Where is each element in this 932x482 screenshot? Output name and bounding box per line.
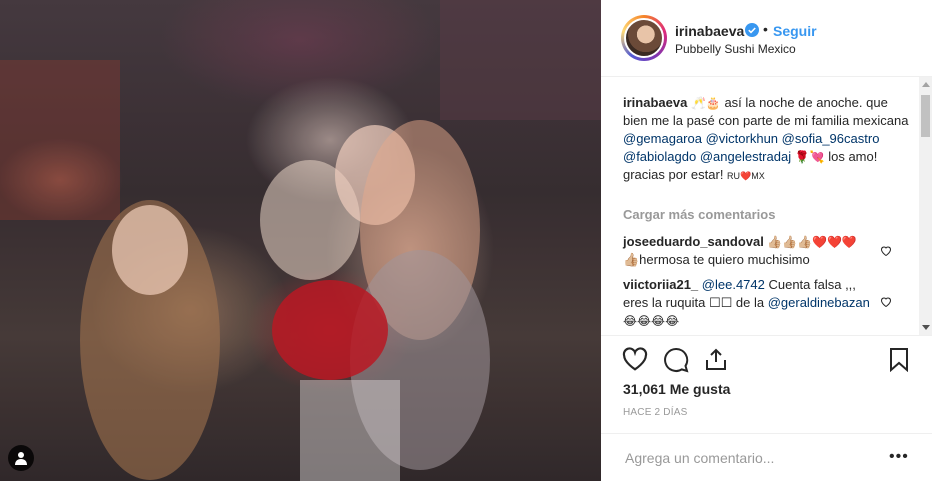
comment-text: 👍🏼👍🏼👍🏼❤️❤️❤️	[763, 235, 857, 249]
comment-text: 👍🏼hermosa te quiero muchisimo	[623, 252, 810, 267]
mention-link[interactable]: @fabiolagdo	[623, 149, 696, 164]
mention-link[interactable]: @angelestradaj	[700, 149, 791, 164]
caption-emoji: RU❤️MX	[727, 171, 765, 181]
photo-scene	[0, 0, 601, 481]
post-header: irinabaeva • Seguir Pubbelly Sushi Mexic…	[601, 0, 932, 77]
caption-emoji: 🌹💘	[794, 150, 825, 164]
caption-username[interactable]: irinabaeva	[623, 95, 687, 110]
scroll-up-arrow-icon[interactable]	[922, 82, 930, 87]
mention-link[interactable]: @sofia_96castro	[782, 131, 880, 146]
like-heart-icon[interactable]	[622, 347, 648, 376]
post-username[interactable]: irinabaeva	[675, 23, 744, 39]
location-link[interactable]: Pubbelly Sushi Mexico	[675, 42, 796, 56]
post-actions: 31,061 Me gusta HACE 2 DÍAS •••	[601, 335, 932, 481]
comment-input[interactable]	[623, 449, 887, 467]
comment-item: viictoriia21_ @lee.4742 Cuenta falsa ,,,…	[623, 276, 878, 330]
heart-outline-icon[interactable]	[880, 243, 892, 261]
scroll-down-arrow-icon[interactable]	[922, 325, 930, 330]
likes-count[interactable]: 31,061 Me gusta	[623, 381, 730, 397]
post-photo[interactable]	[0, 0, 601, 481]
mention-link[interactable]: @gemagaroa	[623, 131, 702, 146]
user-tag-icon[interactable]	[8, 445, 34, 471]
post-side-panel: irinabaeva • Seguir Pubbelly Sushi Mexic…	[601, 0, 932, 481]
load-more-comments-button[interactable]: Cargar más comentarios	[623, 207, 775, 222]
comment-text: 😂😂😂😂	[623, 314, 680, 328]
share-icon[interactable]	[704, 347, 728, 376]
separator-dot: •	[763, 21, 768, 37]
heart-outline-icon[interactable]	[880, 294, 892, 312]
verified-badge-icon	[745, 23, 759, 42]
mention-link[interactable]: @victorkhun	[706, 131, 778, 146]
caption-emoji: 🥂🎂	[690, 96, 721, 110]
add-comment-bar: •••	[601, 433, 932, 482]
comment-item: joseeduardo_sandoval 👍🏼👍🏼👍🏼❤️❤️❤️ 👍🏼herm…	[623, 233, 883, 269]
comment-bubble-icon[interactable]	[663, 347, 689, 378]
bookmark-icon[interactable]	[889, 347, 909, 377]
more-options-icon[interactable]: •••	[889, 448, 909, 466]
mention-link[interactable]: @lee.4742	[702, 277, 765, 292]
scrollbar-thumb[interactable]	[921, 95, 930, 137]
post-timestamp[interactable]: HACE 2 DÍAS	[623, 407, 687, 418]
comment-username[interactable]: joseeduardo_sandoval	[623, 234, 764, 249]
caption: irinabaeva 🥂🎂 así la noche de anoche. qu…	[623, 94, 913, 185]
avatar[interactable]	[624, 18, 664, 58]
mention-link[interactable]: @geraldinebazan	[768, 295, 870, 310]
comment-username[interactable]: viictoriia21_	[623, 277, 698, 292]
story-ring[interactable]	[621, 15, 667, 61]
follow-button[interactable]: Seguir	[773, 23, 817, 39]
comments-list[interactable]: irinabaeva 🥂🎂 así la noche de anoche. qu…	[601, 77, 932, 335]
